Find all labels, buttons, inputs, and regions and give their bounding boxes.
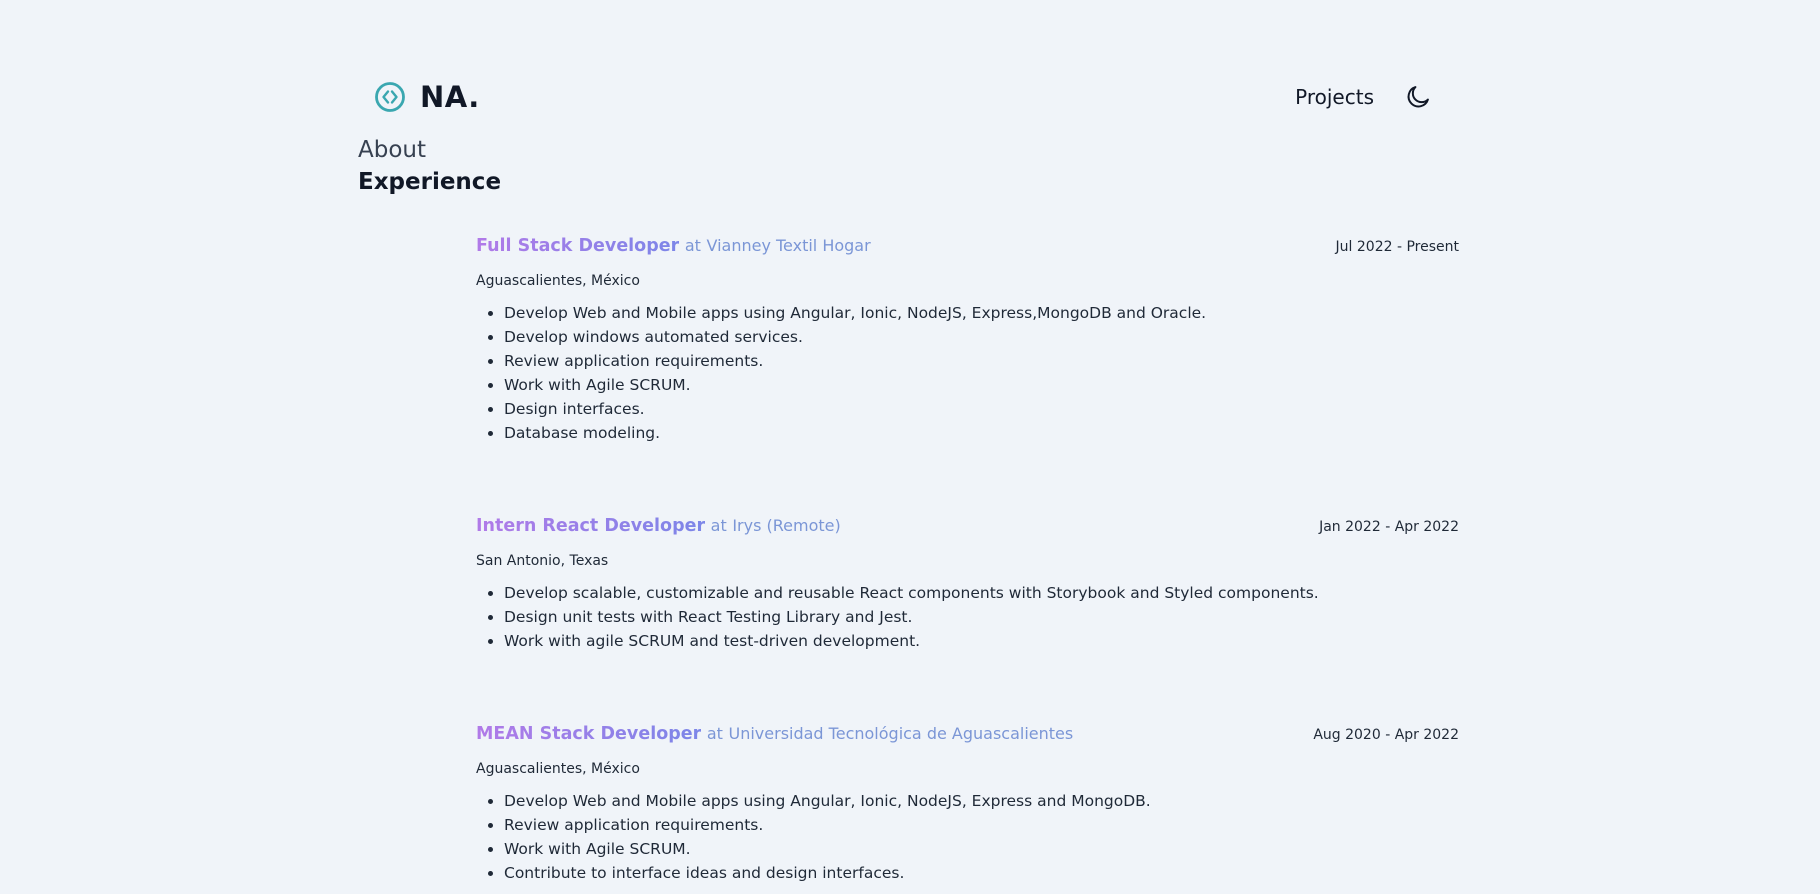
job-responsibility: Develop Web and Mobile apps using Angula… — [504, 789, 1459, 813]
job-role: Full Stack Developer — [476, 236, 680, 256]
job-at: at — [706, 724, 723, 743]
job-header: Intern React Developer at Irys (Remote) … — [476, 516, 1459, 536]
about-heading[interactable]: About — [358, 137, 426, 163]
job-entry: MEAN Stack Developer at Universidad Tecn… — [476, 724, 1459, 885]
job-responsibility: Develop Web and Mobile apps using Angula… — [504, 301, 1459, 325]
experience-heading: Experience — [358, 169, 502, 195]
job-role: Intern React Developer — [476, 516, 706, 536]
job-header: Full Stack Developer at Vianney Textil H… — [476, 236, 1459, 256]
job-responsibility: Design interfaces. — [504, 397, 1459, 421]
brand[interactable]: NA. — [374, 80, 480, 114]
brand-name[interactable]: NA. — [420, 80, 480, 114]
main-nav: Projects — [1295, 83, 1432, 111]
job-title: MEAN Stack Developer at Universidad Tecn… — [476, 724, 1073, 744]
job-company: Vianney Textil Hogar — [706, 236, 871, 255]
job-responsibility: Database modeling. — [504, 421, 1459, 445]
job-header: MEAN Stack Developer at Universidad Tecn… — [476, 724, 1459, 744]
job-responsibility: Design unit tests with React Testing Lib… — [504, 605, 1459, 629]
job-responsibility: Develop windows automated services. — [504, 325, 1459, 349]
job-role: MEAN Stack Developer — [476, 724, 702, 744]
site-header: NA. Projects — [374, 72, 1432, 122]
job-location: Aguascalientes, México — [476, 273, 640, 289]
job-responsibility: Review application requirements. — [504, 813, 1459, 837]
code-circle-icon[interactable] — [374, 81, 406, 113]
portfolio-page: NA. Projects About Experience Full Stack… — [0, 0, 1820, 894]
job-location: Aguascalientes, México — [476, 761, 640, 777]
job-location: San Antonio, Texas — [476, 553, 609, 569]
job-company: Irys (Remote) — [732, 516, 841, 535]
job-responsibility: Develop scalable, customizable and reusa… — [504, 581, 1459, 605]
job-responsibility: Work with Agile SCRUM. — [504, 837, 1459, 861]
job-entry: Full Stack Developer at Vianney Textil H… — [476, 236, 1459, 445]
nav-projects-link[interactable]: Projects — [1295, 85, 1374, 109]
job-dates: Jul 2022 - Present — [1335, 239, 1459, 255]
job-responsibilities: Develop Web and Mobile apps using Angula… — [476, 301, 1459, 445]
job-title: Intern React Developer at Irys (Remote) — [476, 516, 841, 536]
job-title: Full Stack Developer at Vianney Textil H… — [476, 236, 871, 256]
job-entry: Intern React Developer at Irys (Remote) … — [476, 516, 1459, 653]
job-responsibility: Review application requirements. — [504, 349, 1459, 373]
job-responsibilities: Develop Web and Mobile apps using Angula… — [476, 789, 1459, 885]
job-responsibility: Work with Agile SCRUM. — [504, 373, 1459, 397]
job-at: at — [684, 236, 701, 255]
job-company: Universidad Tecnológica de Aguascaliente… — [728, 724, 1074, 743]
job-dates: Jan 2022 - Apr 2022 — [1319, 519, 1459, 535]
job-dates: Aug 2020 - Apr 2022 — [1313, 727, 1459, 743]
job-responsibilities: Develop scalable, customizable and reusa… — [476, 581, 1459, 653]
job-at: at — [710, 516, 727, 535]
job-responsibility: Work with agile SCRUM and test-driven de… — [504, 629, 1459, 653]
job-responsibility: Contribute to interface ideas and design… — [504, 861, 1459, 885]
moon-icon[interactable] — [1404, 83, 1432, 111]
